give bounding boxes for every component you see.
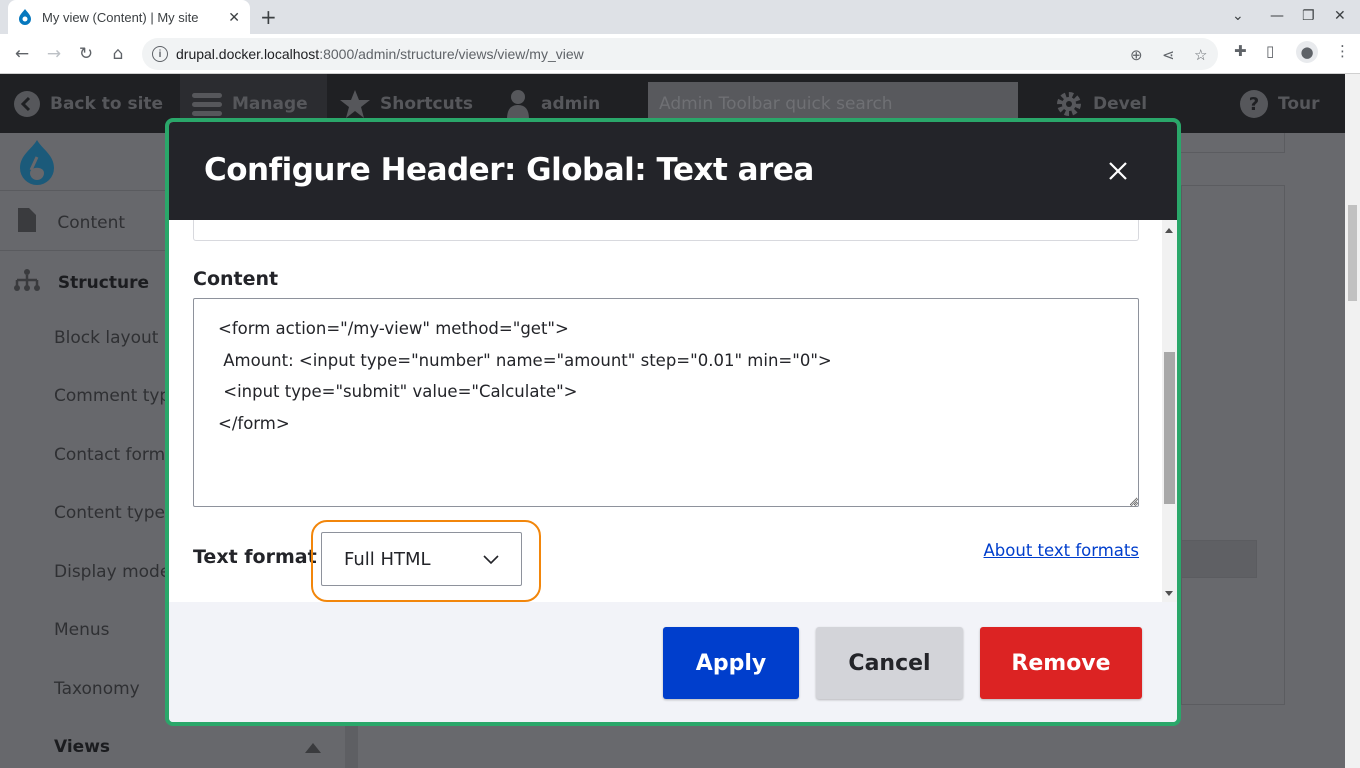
star-icon [340,89,370,118]
profile-avatar-icon[interactable]: ● [1296,41,1318,63]
dialog-header: Configure Header: Global: Text area [169,122,1177,220]
page-scrollbar[interactable] [1345,74,1360,768]
address-bar[interactable]: i drupal.docker.localhost:8000/admin/str… [142,38,1218,70]
remove-button[interactable]: Remove [980,627,1142,699]
back-to-site-link[interactable]: Back to site [14,74,163,133]
user-icon [505,89,531,119]
sidebar-item-block-layout[interactable]: Block layout [54,328,158,348]
home-icon[interactable]: ⌂ [107,43,129,65]
sidebar-item-content[interactable]: Content [18,208,125,237]
configure-dialog: Configure Header: Global: Text area Cont… [165,118,1181,726]
sidebar-item-display-modes[interactable]: Display modes [54,562,179,582]
dialog-body: Content <form action="/my-view" method="… [169,220,1162,602]
minimize-icon[interactable]: — [1270,8,1284,24]
background-panel [1181,185,1285,705]
zoom-icon[interactable]: ⊕ [1130,46,1143,64]
restore-icon[interactable]: ❐ [1302,8,1315,24]
back-to-site-label: Back to site [50,93,164,114]
user-label: admin [541,93,601,114]
content-label: Content [193,268,279,290]
drupal-favicon-icon [18,9,32,25]
resize-handle-icon[interactable] [1130,499,1138,507]
sidebar-item-taxonomy[interactable]: Taxonomy [54,679,140,699]
apply-button[interactable]: Apply [663,627,799,699]
devel-label: Devel [1093,93,1148,114]
extensions-icon[interactable]: ✚ [1234,42,1247,60]
url-host: drupal.docker.localhost [176,46,320,62]
help-icon: ? [1240,89,1268,118]
scroll-down-arrow-icon[interactable] [1165,591,1173,596]
hamburger-icon [192,91,222,117]
chrome-menu-icon[interactable]: ⋮ [1335,42,1350,60]
new-tab-icon[interactable]: + [260,6,277,28]
drupal-logo-icon[interactable] [18,140,56,190]
browser-tab-strip: My view (Content) | My site ✕ + ⌄ — ❐ ✕ [0,0,1360,34]
side-panel-icon[interactable]: ▯ [1266,42,1274,60]
sidebar-item-label: Content [57,212,126,233]
tour-tab[interactable]: ? Tour [1240,74,1320,133]
sidebar-item-contact-forms[interactable]: Contact forms [54,445,174,465]
page-scrollbar-thumb[interactable] [1348,205,1357,301]
sidebar-item-content-types[interactable]: Content types [54,503,174,523]
browser-toolbar: ← → ↻ ⌂ i drupal.docker.localhost:8000/a… [0,34,1360,74]
background-dropdown [1181,540,1257,578]
text-format-select[interactable]: Full HTML [321,532,522,586]
dialog-scrollbar[interactable] [1162,220,1177,602]
window-close-icon[interactable]: ✕ [1334,8,1346,24]
scroll-up-arrow-icon[interactable] [1165,228,1173,233]
tab-close-icon[interactable]: ✕ [228,9,240,26]
collapse-arrow-icon[interactable] [305,743,321,753]
bookmark-star-icon[interactable]: ☆ [1194,46,1207,64]
close-icon[interactable] [1105,158,1131,184]
url-path: :8000/admin/structure/views/view/my_view [319,46,584,62]
text-format-value: Full HTML [344,548,431,570]
forward-icon[interactable]: → [43,43,65,65]
sidebar-item-label: Structure [57,272,149,293]
text-format-label: Text format [193,546,317,568]
sitemap-icon [12,268,42,297]
back-icon[interactable]: ← [11,43,33,65]
tour-label: Tour [1278,93,1320,114]
chevron-left-circle-icon [14,90,40,117]
sidebar-item-structure[interactable]: Structure [12,268,149,297]
about-text-formats-link[interactable]: About text formats [984,541,1140,560]
content-textarea[interactable]: <form action="/my-view" method="get"> Am… [193,298,1139,507]
site-info-icon[interactable]: i [152,46,168,62]
dialog-scrollbar-thumb[interactable] [1164,352,1175,504]
browser-tab[interactable]: My view (Content) | My site ✕ [8,0,250,34]
dialog-title: Configure Header: Global: Text area [204,152,814,188]
chevron-down-icon [483,549,499,570]
sidebar-item-menus[interactable]: Menus [54,620,110,640]
manage-label: Manage [232,93,308,114]
share-icon[interactable]: ⋖ [1162,46,1175,64]
sidebar-item-views[interactable]: Views [54,737,110,757]
cancel-button[interactable]: Cancel [816,627,963,699]
tab-search-icon[interactable]: ⌄ [1232,8,1244,24]
reload-icon[interactable]: ↻ [75,43,97,65]
shortcuts-label: Shortcuts [380,93,473,114]
svg-text:?: ? [1249,94,1259,115]
gear-icon [1055,90,1083,118]
tab-title: My view (Content) | My site [42,9,199,25]
previous-field[interactable] [193,220,1139,241]
dialog-footer: Apply Cancel Remove [169,602,1177,722]
file-icon [18,208,38,237]
